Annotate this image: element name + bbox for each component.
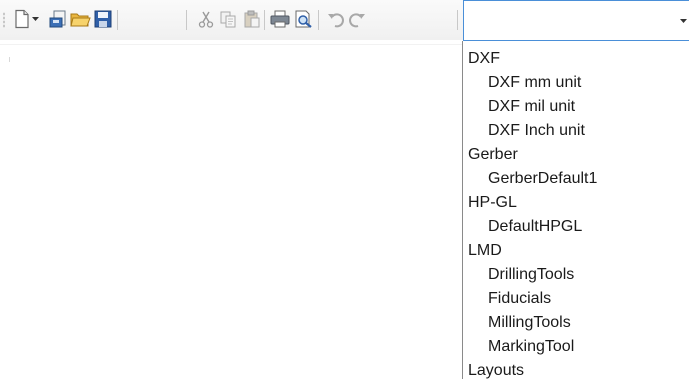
save-icon bbox=[94, 10, 112, 28]
canvas-area[interactable] bbox=[0, 40, 463, 379]
print-icon bbox=[270, 10, 290, 28]
dropdown-item[interactable]: Fiducials bbox=[463, 287, 551, 311]
import-icon bbox=[49, 10, 66, 28]
save-button[interactable] bbox=[92, 8, 114, 30]
dropdown-group-layouts[interactable]: Layouts bbox=[463, 359, 524, 383]
toolbar-separator bbox=[186, 10, 187, 30]
import-button[interactable] bbox=[47, 8, 69, 30]
redo-button[interactable] bbox=[346, 8, 368, 30]
ruler-tick bbox=[9, 57, 10, 62]
dropdown-item[interactable]: GerberDefault1 bbox=[463, 167, 597, 191]
print-preview-button[interactable] bbox=[293, 8, 315, 30]
cut-button[interactable] bbox=[195, 8, 217, 30]
cut-icon bbox=[198, 11, 214, 28]
dropdown-item[interactable]: DrillingTools bbox=[463, 263, 574, 287]
open-folder-icon bbox=[70, 13, 91, 27]
toolbar bbox=[0, 0, 689, 41]
paste-button[interactable] bbox=[241, 8, 263, 30]
pane-divider bbox=[0, 44, 463, 45]
redo-icon bbox=[349, 13, 365, 28]
dropdown-arrow-icon bbox=[31, 17, 39, 21]
toolbar-separator bbox=[264, 10, 265, 30]
dropdown-item[interactable]: DXF mil unit bbox=[463, 95, 575, 119]
toolbar-separator bbox=[117, 10, 118, 30]
dropdown-group-dxf[interactable]: DXF bbox=[463, 47, 500, 71]
toolbar-separator bbox=[318, 10, 319, 30]
dropdown-group-lmd[interactable]: LMD bbox=[463, 239, 502, 263]
combobox-dropdown-button[interactable] bbox=[674, 1, 689, 40]
toolbar-grip[interactable] bbox=[3, 12, 5, 28]
dropdown-group-gerber[interactable]: Gerber bbox=[463, 143, 518, 167]
dropdown-item[interactable]: MarkingTool bbox=[463, 335, 574, 359]
dropdown-item[interactable]: DXF Inch unit bbox=[463, 119, 585, 143]
dropdown-item[interactable]: MillingTools bbox=[463, 311, 571, 335]
preset-combobox-input[interactable] bbox=[464, 1, 669, 40]
toolbar-separator bbox=[457, 10, 458, 30]
undo-button[interactable] bbox=[325, 8, 347, 30]
undo-icon bbox=[328, 13, 344, 28]
open-button[interactable] bbox=[69, 8, 91, 30]
preset-combobox[interactable] bbox=[463, 0, 689, 41]
copy-icon bbox=[220, 11, 236, 28]
new-dropdown-button[interactable] bbox=[29, 8, 41, 30]
print-preview-icon bbox=[295, 10, 312, 28]
dropdown-group-hpgl[interactable]: HP-GL bbox=[463, 191, 517, 215]
chevron-down-icon bbox=[679, 18, 687, 23]
print-button[interactable] bbox=[269, 8, 291, 30]
paste-icon bbox=[244, 10, 260, 28]
dropdown-item[interactable]: DXF mm unit bbox=[463, 71, 581, 95]
copy-button[interactable] bbox=[217, 8, 239, 30]
preset-dropdown-list[interactable]: DXF DXF mm unit DXF mil unit DXF Inch un… bbox=[462, 41, 689, 379]
dropdown-item[interactable]: DefaultHPGL bbox=[463, 215, 582, 239]
